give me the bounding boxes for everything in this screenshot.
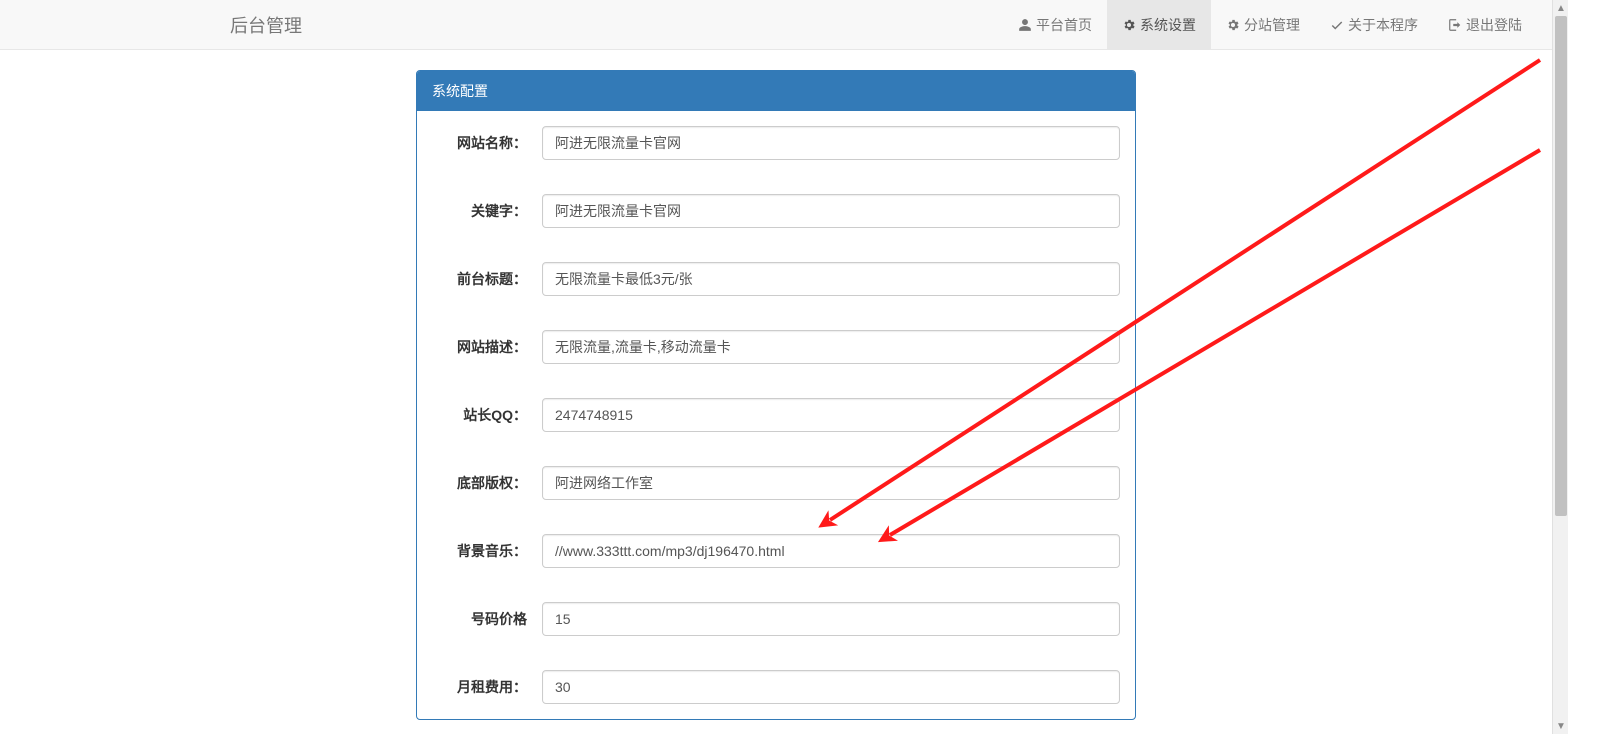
page-viewport: 后台管理 平台首页 系统设置 [0,0,1552,734]
top-navbar: 后台管理 平台首页 系统设置 [0,0,1552,50]
label-admin-qq: 站长QQ： [432,405,542,425]
nav-home[interactable]: 平台首页 [1003,0,1107,50]
input-number-price[interactable] [542,602,1120,636]
row-number-price: 号码价格 [432,602,1120,636]
user-icon [1018,18,1032,32]
row-site-name: 网站名称： [432,126,1120,160]
label-monthly-fee: 月租费用： [432,677,542,697]
label-keywords: 关键字： [432,201,542,221]
check-icon [1330,18,1344,32]
nav-about-label: 关于本程序 [1348,15,1418,35]
nav-system-label: 系统设置 [1140,15,1196,35]
label-footer-copyright: 底部版权： [432,473,542,493]
nav-right: 平台首页 系统设置 分站管理 [1003,0,1537,50]
panel-body: 网站名称： 关键字： 前台标题： 网站描述： [417,111,1135,719]
system-config-panel: 系统配置 网站名称： 关键字： 前台标题： 网 [416,70,1136,720]
label-number-price: 号码价格 [432,609,542,629]
gear-icon [1122,18,1136,32]
row-front-title: 前台标题： [432,262,1120,296]
label-description: 网站描述： [432,337,542,357]
input-admin-qq[interactable] [542,398,1120,432]
label-front-title: 前台标题： [432,269,542,289]
nav-system-settings[interactable]: 系统设置 [1107,0,1211,50]
nav-logout-label: 退出登陆 [1466,15,1522,35]
input-keywords[interactable] [542,194,1120,228]
input-bg-music[interactable] [542,534,1120,568]
scroll-up-arrow-icon[interactable]: ▲ [1553,0,1569,16]
nav-logout[interactable]: 退出登陆 [1433,0,1537,50]
row-bg-music: 背景音乐： [432,534,1120,568]
input-front-title[interactable] [542,262,1120,296]
nav-substation[interactable]: 分站管理 [1211,0,1315,50]
gear-icon [1226,18,1240,32]
input-site-name[interactable] [542,126,1120,160]
panel-title: 系统配置 [417,71,1135,111]
row-admin-qq: 站长QQ： [432,398,1120,432]
nav-home-label: 平台首页 [1036,15,1092,35]
nav-about[interactable]: 关于本程序 [1315,0,1433,50]
row-monthly-fee: 月租费用： [432,670,1120,704]
input-description[interactable] [542,330,1120,364]
label-site-name: 网站名称： [432,133,542,153]
logout-icon [1448,18,1462,32]
scroll-thumb[interactable] [1555,16,1567,516]
row-description: 网站描述： [432,330,1120,364]
nav-substation-label: 分站管理 [1244,15,1300,35]
browser-scrollbar[interactable]: ▲ ▼ [1552,0,1568,734]
label-bg-music: 背景音乐： [432,541,542,561]
input-footer-copyright[interactable] [542,466,1120,500]
scroll-down-arrow-icon[interactable]: ▼ [1553,718,1569,734]
row-footer-copyright: 底部版权： [432,466,1120,500]
brand-title: 后台管理 [215,12,317,38]
main-content: 系统配置 网站名称： 关键字： 前台标题： 网 [0,50,1552,734]
row-keywords: 关键字： [432,194,1120,228]
input-monthly-fee[interactable] [542,670,1120,704]
